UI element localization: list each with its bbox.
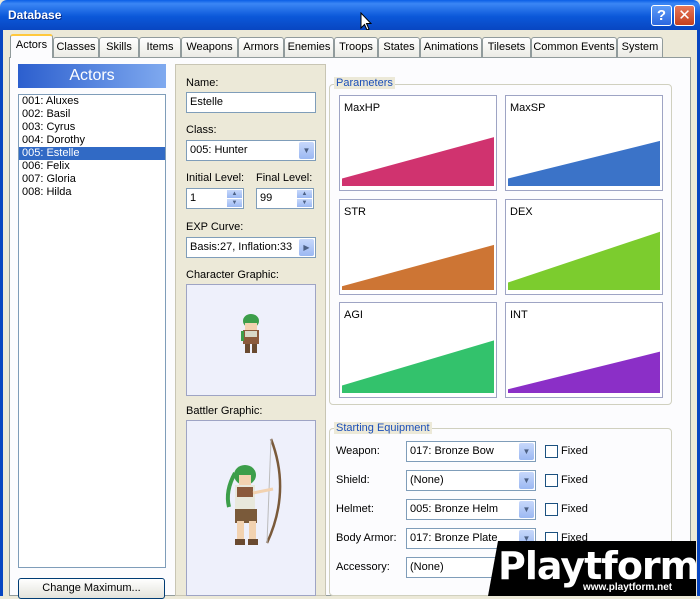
helmet-label: Helmet: (336, 503, 374, 515)
accessory-label: Accessory: (336, 561, 390, 573)
tab-tilesets[interactable]: Tilesets (482, 37, 531, 57)
helmet-select[interactable]: 005: Bronze Helm ▼ (406, 499, 536, 520)
spin-down-icon[interactable]: ▼ (227, 199, 242, 207)
title-bar: Database ? ✕ (0, 0, 700, 30)
accessory-select-value: (None) (410, 561, 444, 573)
param-maxsp[interactable]: MaxSP (505, 95, 663, 191)
starting-equipment-title: Starting Equipment (334, 422, 432, 434)
close-button[interactable]: ✕ (674, 5, 695, 26)
chevron-down-icon[interactable]: ▼ (519, 472, 534, 489)
shield-select-value: (None) (410, 474, 444, 486)
actor-list[interactable]: 001: Aluxes 002: Basil 003: Cyrus 004: D… (18, 94, 166, 568)
spin-up-icon[interactable]: ▲ (227, 190, 242, 198)
param-curve-area (508, 140, 660, 186)
class-select-value: 005: Hunter (190, 144, 248, 156)
actor-list-item[interactable]: 006: Felix (19, 160, 165, 173)
battler-graphic-label: Battler Graphic: (186, 405, 263, 417)
tab-items[interactable]: Items (139, 37, 181, 57)
actor-list-item[interactable]: 004: Dorothy (19, 134, 165, 147)
final-level-spinner[interactable]: 99 ▲ ▼ (256, 188, 314, 209)
fixed-label: Fixed (561, 474, 588, 486)
helmet-fixed-checkbox[interactable] (545, 503, 558, 516)
final-level-value: 99 (260, 192, 273, 204)
param-curve-area (342, 340, 494, 393)
param-curve (508, 140, 660, 186)
tab-classes[interactable]: Classes (53, 37, 99, 57)
param-curve (508, 231, 660, 290)
spin-up-icon[interactable]: ▲ (297, 190, 312, 198)
param-curve (342, 137, 494, 186)
param-maxhp[interactable]: MaxHP (339, 95, 497, 191)
initial-level-spinner[interactable]: 1 ▲ ▼ (186, 188, 244, 209)
class-label: Class: (186, 124, 217, 136)
exp-curve-value: Basis:27, Inflation:33 (190, 241, 293, 253)
param-curve-area (342, 244, 494, 290)
help-button[interactable]: ? (651, 5, 672, 26)
character-sprite (241, 314, 259, 353)
initial-level-value: 1 (190, 192, 197, 204)
tab-armors[interactable]: Armors (238, 37, 284, 57)
actor-list-item[interactable]: 002: Basil (19, 108, 165, 121)
param-int[interactable]: INT (505, 302, 663, 398)
character-graphic-label: Character Graphic: (186, 269, 279, 281)
name-input[interactable]: Estelle (186, 92, 316, 113)
battler-graphic-box[interactable] (186, 420, 316, 596)
tab-animations[interactable]: Animations (420, 37, 482, 57)
mouse-cursor-icon (360, 12, 372, 31)
final-level-label: Final Level: (256, 172, 313, 184)
param-str[interactable]: STR (339, 199, 497, 295)
param-curve-area (508, 351, 660, 393)
tab-weapons[interactable]: Weapons (181, 37, 238, 57)
tab-troops[interactable]: Troops (334, 37, 378, 57)
spin-down-icon[interactable]: ▼ (297, 199, 312, 207)
weapon-select-value: 017: Bronze Bow (410, 445, 494, 457)
param-dex[interactable]: DEX (505, 199, 663, 295)
chevron-down-icon[interactable]: ▼ (519, 501, 534, 518)
window-title: Database (8, 8, 62, 22)
exp-curve-label: EXP Curve: (186, 221, 244, 233)
tab-common-events[interactable]: Common Events (531, 37, 617, 57)
param-agi[interactable]: AGI (339, 302, 497, 398)
chevron-down-icon[interactable]: ▼ (299, 142, 314, 159)
parameters-title: Parameters (334, 77, 395, 89)
chevron-down-icon[interactable]: ▼ (519, 443, 534, 460)
shield-select[interactable]: (None) ▼ (406, 470, 536, 491)
helmet-select-value: 005: Bronze Helm (410, 503, 499, 515)
name-label: Name: (186, 77, 219, 89)
tab-actors[interactable]: Actors (10, 34, 53, 58)
tab-enemies[interactable]: Enemies (284, 37, 334, 57)
tab-states[interactable]: States (378, 37, 420, 57)
watermark-url: www.playtform.net (583, 582, 673, 593)
weapon-select[interactable]: 017: Bronze Bow ▼ (406, 441, 536, 462)
fixed-label: Fixed (561, 503, 588, 515)
actor-list-item[interactable]: 007: Gloria (19, 173, 165, 186)
actors-header: Actors (18, 64, 166, 88)
battler-sprite (225, 438, 282, 545)
actor-list-item[interactable]: 003: Cyrus (19, 121, 165, 134)
chevron-right-icon[interactable]: ▶ (299, 239, 314, 256)
weapon-label: Weapon: (336, 445, 380, 457)
actor-list-item[interactable]: 008: Hilda (19, 186, 165, 199)
shield-label: Shield: (336, 474, 370, 486)
character-graphic-box[interactable] (186, 284, 316, 396)
initial-level-label: Initial Level: (186, 172, 245, 184)
param-curve (508, 351, 660, 393)
exp-curve-field[interactable]: Basis:27, Inflation:33 ▶ (186, 237, 316, 258)
shield-fixed-checkbox[interactable] (545, 474, 558, 487)
param-curve-area (508, 231, 660, 290)
fixed-label: Fixed (561, 445, 588, 457)
weapon-fixed-checkbox[interactable] (545, 445, 558, 458)
body-armor-label: Body Armor: (336, 532, 397, 544)
actor-list-item[interactable]: 001: Aluxes (19, 95, 165, 108)
tab-skills[interactable]: Skills (99, 37, 139, 57)
param-curve-area (342, 137, 494, 186)
param-curve (342, 244, 494, 290)
class-select[interactable]: 005: Hunter ▼ (186, 140, 316, 161)
tab-system[interactable]: System (617, 37, 663, 57)
actor-list-item-selected[interactable]: 005: Estelle (19, 147, 165, 160)
param-curve (342, 340, 494, 393)
